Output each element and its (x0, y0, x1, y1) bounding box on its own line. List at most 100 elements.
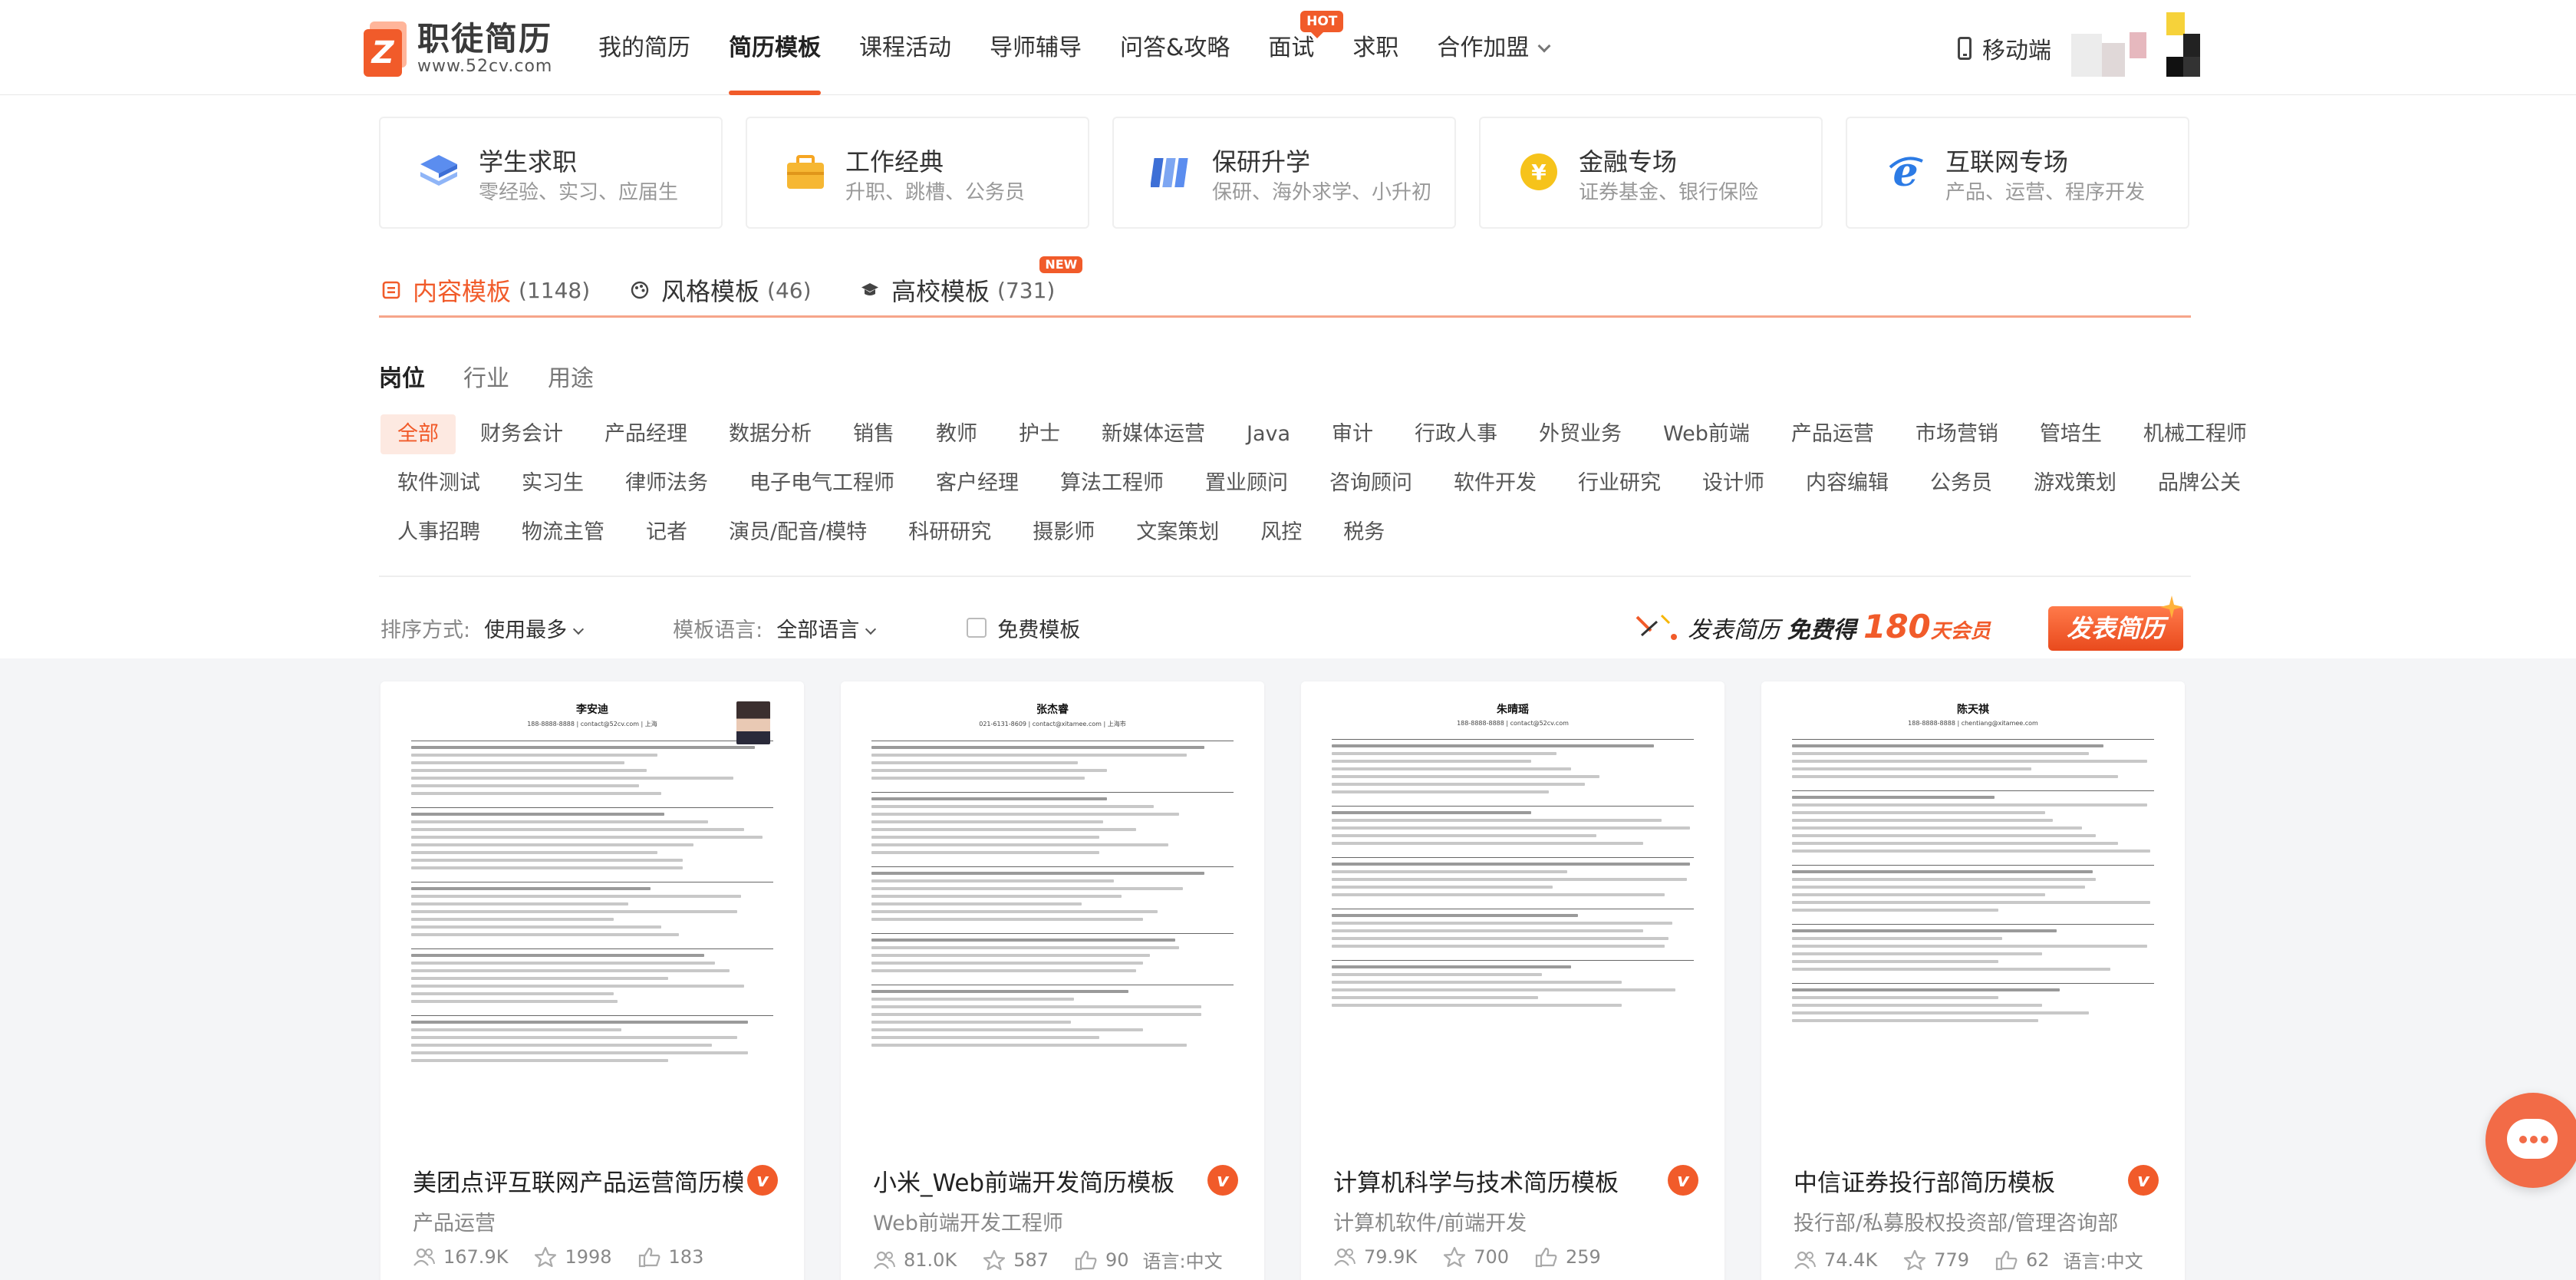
free-template-checkbox[interactable] (967, 618, 987, 638)
view-count-value: 79.9K (1364, 1246, 1418, 1268)
position-tag[interactable]: 内容编辑 (1789, 464, 1906, 503)
nav-item[interactable]: 我的简历 (598, 0, 690, 95)
category-title: 学生求职 (479, 147, 578, 176)
position-tag[interactable]: 品牌公关 (2141, 464, 2258, 503)
position-tag[interactable]: 管培生 (2023, 414, 2119, 454)
position-tag[interactable]: 税务 (1326, 513, 1402, 553)
like-count[interactable]: 90 (1075, 1249, 1129, 1271)
position-tag[interactable]: 人事招聘 (380, 513, 497, 553)
like-count[interactable]: 183 (638, 1246, 703, 1268)
position-tag[interactable]: 游戏策划 (2017, 464, 2133, 503)
position-tag[interactable]: 数据分析 (712, 414, 828, 454)
template-title[interactable]: 中信证券投行部简历模板 (1794, 1163, 2123, 1198)
sort-bar: 排序方式: 使用最多 模板语言: 全部语言 免费模板 (380, 605, 1080, 651)
nav-item[interactable]: 简历模板 (729, 0, 821, 95)
position-tag[interactable]: 财务会计 (463, 414, 580, 454)
nav-item[interactable]: 课程活动 (859, 0, 951, 95)
position-tag[interactable]: 产品运营 (1774, 414, 1891, 454)
nav-label: 导师辅导 (990, 35, 1082, 61)
position-tag[interactable]: 行业研究 (1561, 464, 1678, 503)
position-tag[interactable]: 软件开发 (1437, 464, 1553, 503)
subtab-industry[interactable]: 行业 (463, 359, 509, 393)
tab-style-templates[interactable]: 风格模板 (46) (631, 267, 812, 313)
nav-item[interactable]: 求职 (1352, 0, 1398, 95)
position-tag[interactable]: 外贸业务 (1522, 414, 1639, 454)
position-tag[interactable]: 教师 (919, 414, 994, 454)
resume-section (1792, 981, 2154, 984)
favorite-count[interactable]: 587 (983, 1249, 1049, 1271)
resume-preview-image[interactable]: 李安迪 188-8888-8888 | contact@52cv.com | 上海 (380, 681, 804, 1131)
books-icon (1150, 150, 1194, 193)
resume-preview-image[interactable]: 陈天祺 188-8888-8888 | chentiang@xitamee.com (1761, 681, 2185, 1131)
like-count[interactable]: 62 (1995, 1249, 2050, 1271)
position-tag[interactable]: 置业顾问 (1188, 464, 1305, 503)
category-card[interactable]: ¥ 金融专场 证券基金、银行保险 (1479, 117, 1823, 229)
category-card[interactable]: 学生求职 零经验、实习、应届生 (379, 117, 723, 229)
template-title[interactable]: 小米_Web前端开发简历模板 (873, 1163, 1203, 1198)
template-card[interactable]: 陈天祺 188-8888-8888 | chentiang@xitamee.com… (1761, 681, 2185, 1280)
category-card[interactable]: e 互联网专场 产品、运营、程序开发 (1846, 117, 2189, 229)
language-label: 模板语言: (673, 618, 763, 642)
position-tag[interactable]: 风控 (1244, 513, 1319, 553)
view-count: 74.4K (1794, 1249, 1877, 1271)
category-title: 工作经典 (845, 147, 944, 176)
favorite-count[interactable]: 1998 (534, 1246, 612, 1268)
template-card[interactable]: 朱晴瑶 188-8888-8888 | contact@52cv.com 计算机科学… (1301, 681, 1724, 1280)
nav-item[interactable]: 问答&攻略 (1120, 0, 1230, 95)
avatar[interactable] (2071, 12, 2202, 81)
template-card[interactable]: 李安迪 188-8888-8888 | contact@52cv.com | 上海… (380, 681, 804, 1280)
like-count[interactable]: 259 (1535, 1246, 1601, 1268)
position-tag[interactable]: 物流主管 (505, 513, 621, 553)
template-card[interactable]: 张杰睿 021-6131-8609 | contact@xitamee.com |… (841, 681, 1264, 1280)
template-title[interactable]: 计算机科学与技术简历模板 (1333, 1163, 1663, 1198)
category-card[interactable]: 保研升学 保研、海外求学、小升初 (1112, 117, 1456, 229)
position-tag[interactable]: 算法工程师 (1043, 464, 1181, 503)
position-tag[interactable]: 律师法务 (608, 464, 725, 503)
favorite-count[interactable]: 700 (1443, 1246, 1509, 1268)
position-tag[interactable]: 电子电气工程师 (733, 464, 911, 503)
resume-section (411, 880, 773, 882)
position-tag[interactable]: 科研研究 (891, 513, 1008, 553)
position-tag[interactable]: 销售 (836, 414, 911, 454)
position-tag[interactable]: 新媒体运营 (1085, 414, 1222, 454)
position-tag[interactable]: 机械工程师 (2126, 414, 2264, 454)
tab-university-templates[interactable]: 高校模板 (731) NEW (861, 256, 1083, 313)
nav-item[interactable]: 导师辅导 (990, 0, 1082, 95)
position-tag[interactable]: 实习生 (505, 464, 601, 503)
position-tag[interactable]: 行政人事 (1398, 414, 1514, 454)
position-tag[interactable]: 记者 (629, 513, 704, 553)
position-tag[interactable]: Java (1230, 414, 1307, 454)
subtab-position[interactable]: 岗位 (379, 359, 425, 393)
position-tag[interactable]: 文案策划 (1119, 513, 1236, 553)
tab-content-templates[interactable]: 内容模板 (1148) (382, 267, 590, 313)
template-stats: 167.9K 1998 183 (413, 1246, 717, 1268)
category-card[interactable]: 工作经典 升职、跳槽、公务员 (746, 117, 1089, 229)
site-logo[interactable]: Z 职徒简历 www.52cv.com (364, 20, 552, 78)
position-tag[interactable]: 咨询顾问 (1313, 464, 1429, 503)
resume-preview-image[interactable]: 张杰睿 021-6131-8609 | contact@xitamee.com |… (841, 681, 1264, 1131)
favorite-count[interactable]: 779 (1903, 1249, 1969, 1271)
mobile-link[interactable]: 移动端 (1958, 31, 2051, 66)
position-tag[interactable]: 设计师 (1685, 464, 1781, 503)
position-tag[interactable]: 摄影师 (1016, 513, 1112, 553)
position-tag[interactable]: 审计 (1315, 414, 1390, 454)
position-tag[interactable]: 软件测试 (380, 464, 497, 503)
position-tag[interactable]: Web前端 (1646, 414, 1767, 454)
position-tag[interactable]: 全部 (380, 414, 456, 454)
position-tag[interactable]: 护士 (1002, 414, 1077, 454)
sort-dropdown[interactable]: 使用最多 (484, 613, 585, 643)
nav-item[interactable]: 面试 HOT (1268, 0, 1344, 95)
template-title[interactable]: 美团点评互联网产品运营简历模板 (413, 1163, 743, 1198)
position-tag[interactable]: 市场营销 (1899, 414, 2015, 454)
position-tag[interactable]: 演员/配音/模特 (712, 513, 884, 553)
nav-item[interactable]: 合作加盟 (1437, 0, 1551, 95)
chat-support-button[interactable] (2485, 1093, 2576, 1188)
category-title: 保研升学 (1212, 147, 1311, 176)
promo-banner[interactable]: 发表简历 免费得 180天会员 发表简历 (1634, 594, 2191, 663)
position-tag[interactable]: 客户经理 (919, 464, 1036, 503)
subtab-purpose[interactable]: 用途 (548, 359, 594, 393)
resume-preview-image[interactable]: 朱晴瑶 188-8888-8888 | contact@52cv.com (1301, 681, 1724, 1131)
language-dropdown[interactable]: 全部语言 (776, 613, 877, 643)
position-tag[interactable]: 公务员 (1913, 464, 2009, 503)
position-tag[interactable]: 产品经理 (588, 414, 704, 454)
